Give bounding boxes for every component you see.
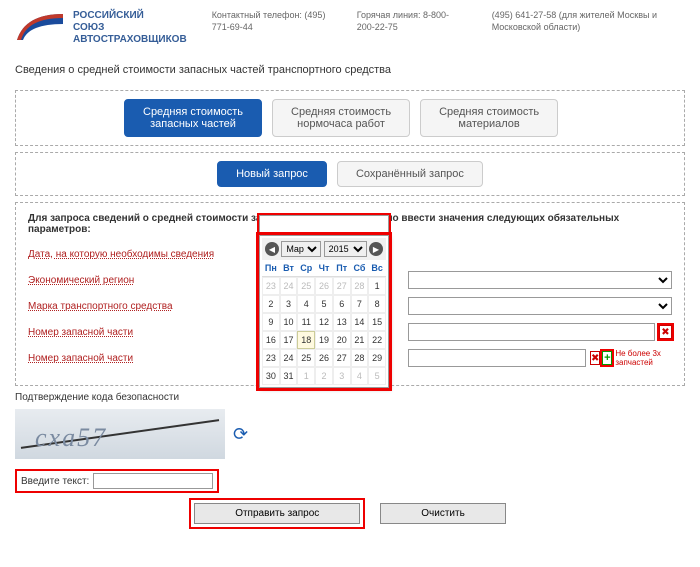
header: РОССИЙСКИЙ СОЮЗ АВТОСТРАХОВЩИКОВ Контакт… (0, 0, 700, 56)
cal-next-icon[interactable]: ▶ (369, 242, 383, 256)
cal-dow: Вс (368, 260, 386, 277)
cal-day[interactable]: 23 (262, 349, 280, 367)
refresh-icon[interactable]: ⟳ (233, 424, 248, 445)
parts-hint: Не более 3х запчастей (615, 349, 672, 367)
org-name-3: АВТОСТРАХОВЩИКОВ (73, 34, 187, 46)
page-title: Сведения о средней стоимости запасных ча… (0, 56, 700, 84)
cal-day[interactable]: 2 (315, 367, 333, 385)
part-input-1[interactable] (408, 323, 655, 341)
cal-day[interactable]: 3 (333, 367, 351, 385)
captcha-input-label: Введите текст: (21, 476, 89, 487)
cal-day[interactable]: 15 (368, 313, 386, 331)
cal-day[interactable]: 1 (297, 367, 315, 385)
delete-icon[interactable]: ✖ (659, 325, 672, 339)
cal-day[interactable]: 17 (280, 331, 298, 349)
calendar: ◀ Мар 2015 ▶ ПнВтСрЧтПтСбВс 232425262728… (259, 235, 389, 388)
button-row: Отправить запрос Очистить (0, 503, 700, 524)
label-brand: Марка транспортного средства (28, 301, 258, 312)
tab-parts[interactable]: Средняя стоимость запасных частей (124, 99, 262, 137)
form-box: Для запроса сведений о средней стоимости… (15, 202, 685, 386)
cal-day[interactable]: 28 (351, 349, 369, 367)
cal-day[interactable]: 3 (280, 295, 298, 313)
cal-day[interactable]: 22 (368, 331, 386, 349)
part-input-2[interactable] (408, 349, 586, 367)
cal-day[interactable]: 16 (262, 331, 280, 349)
contacts: Контактный телефон: (495) 771-69-44 Горя… (212, 10, 672, 33)
logo-icon (15, 10, 65, 46)
cal-day[interactable]: 1 (368, 277, 386, 295)
cal-day[interactable]: 24 (280, 277, 298, 295)
cal-day[interactable]: 4 (351, 367, 369, 385)
tab-hours[interactable]: Средняя стоимость нормочаса работ (272, 99, 410, 137)
cal-day[interactable]: 27 (333, 277, 351, 295)
cal-day[interactable]: 10 (280, 313, 298, 331)
cal-year-select[interactable]: 2015 (324, 241, 367, 257)
tabs-query-box: Новый запрос Сохранённый запрос (15, 152, 685, 196)
logo: РОССИЙСКИЙ СОЮЗ АВТОСТРАХОВЩИКОВ (15, 10, 187, 46)
cal-day[interactable]: 9 (262, 313, 280, 331)
tab-new-query[interactable]: Новый запрос (217, 161, 327, 187)
tab-saved-query[interactable]: Сохранённый запрос (337, 161, 483, 187)
label-part-2: Номер запасной части (28, 353, 258, 364)
tabs-main-box: Средняя стоимость запасных частей Средня… (15, 90, 685, 146)
cal-dow: Сб (351, 260, 369, 277)
cal-day[interactable]: 13 (333, 313, 351, 331)
cal-day[interactable]: 2 (262, 295, 280, 313)
cal-dow: Пн (262, 260, 280, 277)
captcha-title: Подтверждение кода безопасности (15, 392, 685, 403)
label-part-1: Номер запасной части (28, 327, 258, 338)
cal-day[interactable]: 26 (315, 349, 333, 367)
captcha-image: cxa57 (15, 409, 225, 459)
cal-day[interactable]: 29 (368, 349, 386, 367)
date-input-wrap (259, 215, 389, 233)
cal-day[interactable]: 5 (315, 295, 333, 313)
contact-moscow: (495) 641-27-58 (для жителей Москвы и Мо… (492, 10, 672, 33)
cal-dow: Пт (333, 260, 351, 277)
cal-day[interactable]: 6 (333, 295, 351, 313)
captcha-text: cxa57 (35, 423, 107, 453)
contact-phone: Контактный телефон: (495) 771-69-44 (212, 10, 332, 33)
cal-day[interactable]: 31 (280, 367, 298, 385)
cal-day[interactable]: 7 (351, 295, 369, 313)
label-date: Дата, на которую необходимы сведения (28, 249, 258, 260)
cal-day[interactable]: 4 (297, 295, 315, 313)
cal-prev-icon[interactable]: ◀ (265, 242, 279, 256)
org-name-1: РОССИЙСКИЙ (73, 10, 187, 22)
region-select[interactable] (408, 271, 672, 289)
cal-day[interactable]: 11 (297, 313, 315, 331)
label-region: Экономический регион (28, 275, 258, 286)
cal-dow: Вт (280, 260, 298, 277)
cal-day[interactable]: 27 (333, 349, 351, 367)
cal-day[interactable]: 5 (368, 367, 386, 385)
cal-day[interactable]: 20 (333, 331, 351, 349)
cal-day[interactable]: 25 (297, 349, 315, 367)
captcha-input-row: Введите текст: (15, 469, 219, 493)
tab-materials[interactable]: Средняя стоимость материалов (420, 99, 558, 137)
cal-day[interactable]: 28 (351, 277, 369, 295)
cal-day[interactable]: 18 (297, 331, 315, 349)
brand-select[interactable] (408, 297, 672, 315)
cal-dow: Чт (315, 260, 333, 277)
cal-day[interactable]: 24 (280, 349, 298, 367)
cal-day[interactable]: 8 (368, 295, 386, 313)
cal-day[interactable]: 14 (351, 313, 369, 331)
cal-day[interactable]: 25 (297, 277, 315, 295)
delete-icon[interactable]: ✖ (590, 351, 600, 365)
cal-month-select[interactable]: Мар (281, 241, 321, 257)
cal-day[interactable]: 26 (315, 277, 333, 295)
clear-button[interactable]: Очистить (380, 503, 506, 524)
date-input[interactable] (259, 215, 389, 233)
submit-button[interactable]: Отправить запрос (194, 503, 360, 524)
captcha-input[interactable] (93, 473, 213, 489)
cal-dow: Ср (297, 260, 315, 277)
cal-day[interactable]: 21 (351, 331, 369, 349)
cal-day[interactable]: 19 (315, 331, 333, 349)
captcha-section: Подтверждение кода безопасности cxa57 ⟳ … (15, 392, 685, 493)
org-name-2: СОЮЗ (73, 22, 187, 34)
cal-day[interactable]: 12 (315, 313, 333, 331)
add-icon[interactable]: + (602, 351, 612, 365)
cal-day[interactable]: 23 (262, 277, 280, 295)
cal-day[interactable]: 30 (262, 367, 280, 385)
contact-hotline: Горячая линия: 8-800-200-22-75 (357, 10, 467, 33)
